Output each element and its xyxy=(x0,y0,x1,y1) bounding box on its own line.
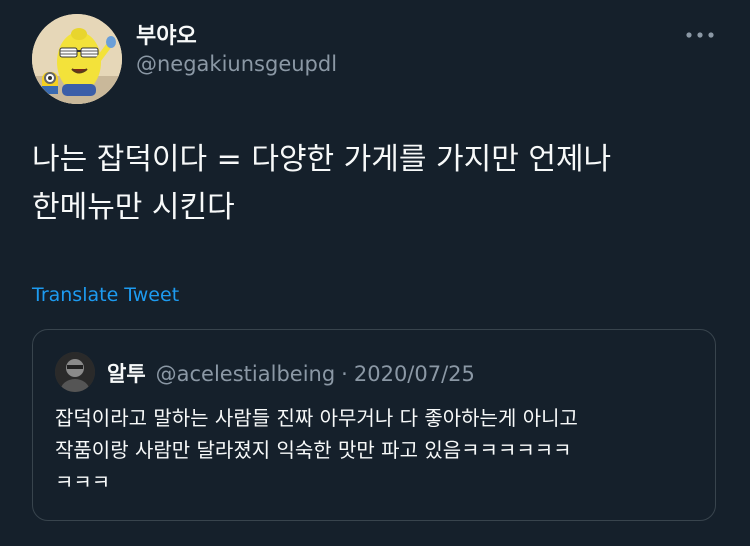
more-options-button[interactable] xyxy=(680,20,720,50)
author-handle[interactable]: @negakiunsgeupdl xyxy=(136,52,337,76)
author-avatar[interactable] xyxy=(32,14,122,104)
person-photo-avatar-icon xyxy=(55,352,95,392)
author-display-name[interactable]: 부야오 xyxy=(136,18,197,50)
quoted-author-handle[interactable]: @acelestialbeing xyxy=(156,362,336,386)
quoted-tweet-date[interactable]: 2020/07/25 xyxy=(354,362,475,386)
quoted-author-display-name[interactable]: 알투 xyxy=(107,358,146,388)
quoted-author-avatar[interactable] xyxy=(55,352,95,392)
quoted-tweet-card[interactable]: 알투 @acelestialbeing · 2020/07/25 잡덕이라고 말… xyxy=(32,329,716,521)
cartoon-character-avatar-icon xyxy=(32,14,122,104)
quoted-tweet-text: 잡덕이라고 말하는 사람들 진짜 아무거나 다 좋아하는게 아니고 작품이랑 사… xyxy=(55,406,578,494)
more-horizontal-icon xyxy=(686,32,714,38)
tweet-container: 부야오 @negakiunsgeupdl 나는 잡덕이다 = 다양한 가게를 가… xyxy=(0,0,750,546)
quoted-tweet-header: 알투 @acelestialbeing · 2020/07/25 xyxy=(107,358,475,388)
separator-dot: · xyxy=(341,362,348,386)
translate-tweet-link[interactable]: Translate Tweet xyxy=(32,284,179,306)
tweet-text: 나는 잡덕이다 = 다양한 가게를 가지만 언제나 한메뉴만 시킨다 xyxy=(32,142,612,225)
